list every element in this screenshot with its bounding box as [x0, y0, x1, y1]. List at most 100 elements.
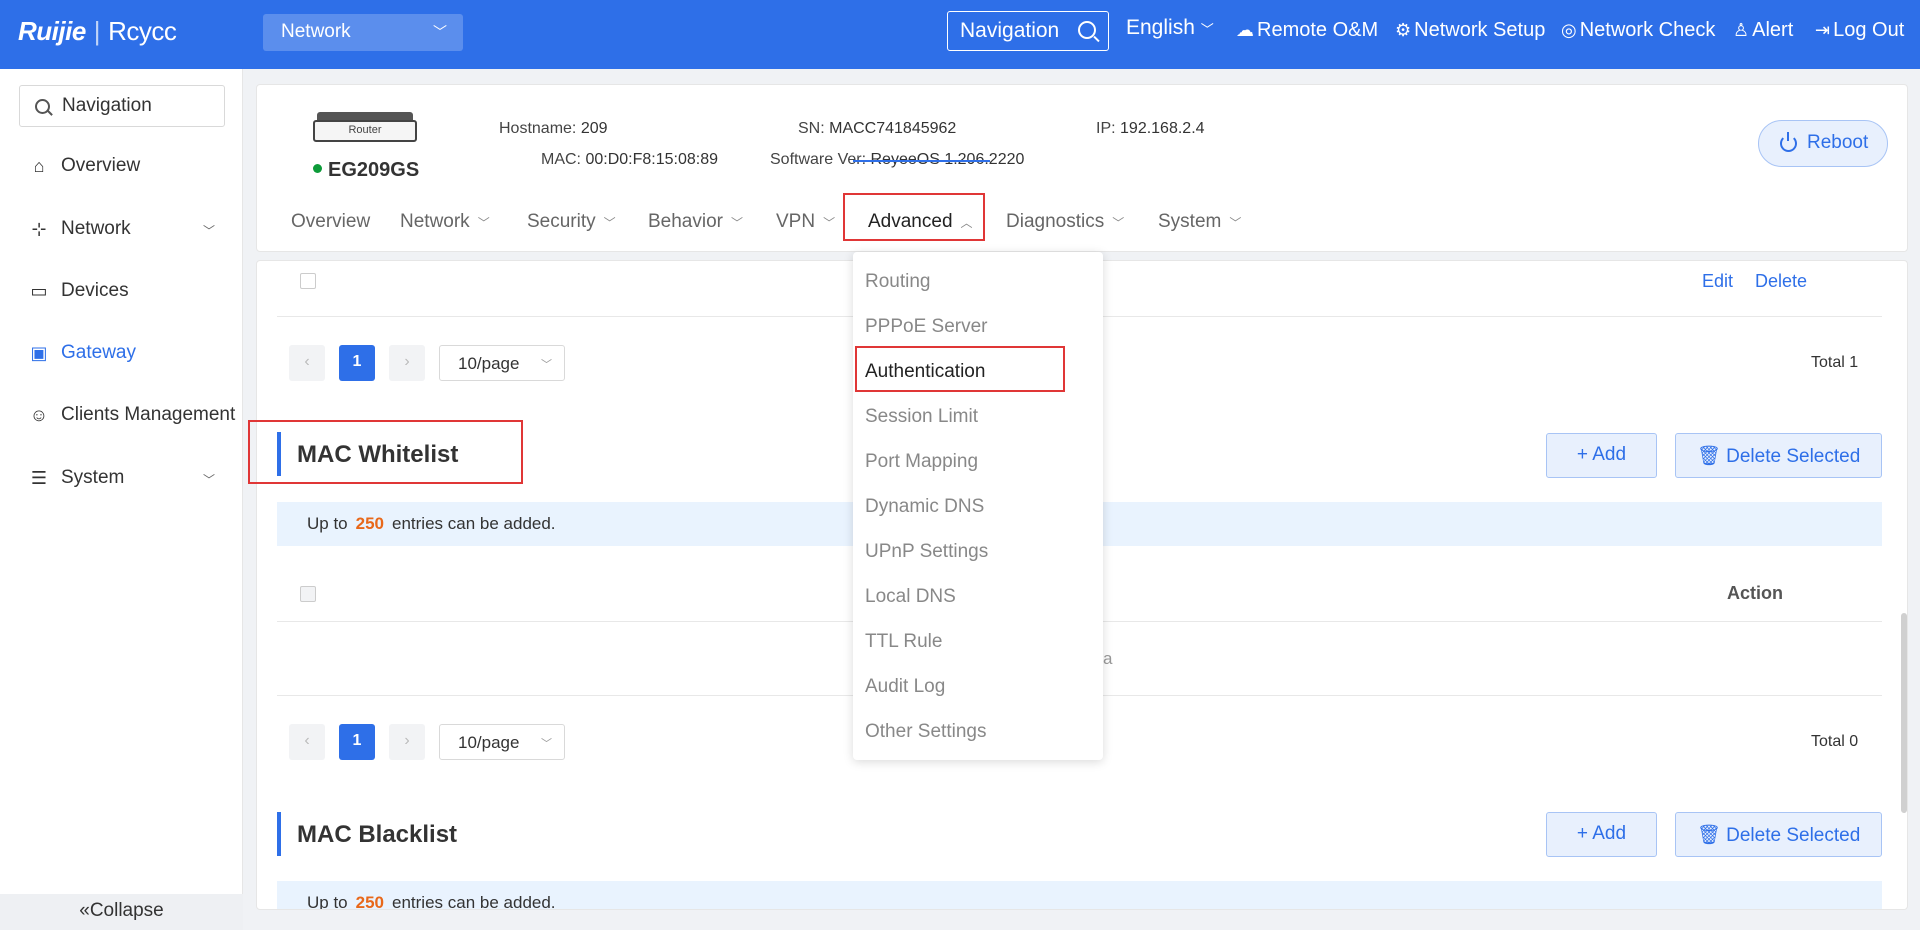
router-image: Router [313, 112, 417, 142]
device-info-card: Router EG209GS Hostname: 209 MAC: 00:D0:… [256, 84, 1908, 252]
sidebar-item-system[interactable]: ☰ System ﹀ [0, 459, 243, 499]
network-select[interactable]: Network ﹀ [263, 14, 463, 51]
chevron-down-icon: ﹀ [1112, 216, 1125, 230]
delete-selected-button[interactable]: 🗑 Delete Selected [1675, 433, 1882, 478]
menu-item-upnp-settings[interactable]: UPnP Settings [865, 541, 988, 563]
select-all-checkbox[interactable] [300, 586, 316, 602]
remote-om-link[interactable]: ☁ Remote O&M [1236, 19, 1378, 42]
chevron-down-icon: ﹀ [1229, 216, 1242, 230]
tab-behavior[interactable]: Behavior ﹀ [648, 211, 743, 233]
alert-link[interactable]: ♙ Alert [1733, 19, 1793, 42]
tab-system[interactable]: System ﹀ [1158, 211, 1241, 233]
chevron-down-icon: ﹀ [203, 473, 216, 487]
gateway-icon: ▣ [30, 343, 48, 363]
next-page-button[interactable]: › [389, 724, 425, 760]
logout-link[interactable]: ⇥ Log Out [1815, 19, 1904, 42]
sidebar: Navigation ⌂ Overview ⊹ Network ﹀ ▭ Devices … [0, 69, 243, 930]
search-icon [35, 99, 50, 114]
section-title-mac-blacklist: MAC Blacklist [277, 812, 457, 856]
alert-icon: ♙ [1733, 20, 1750, 40]
chevron-down-icon: ﹀ [433, 24, 447, 40]
tab-diagnostics[interactable]: Diagnostics ﹀ [1006, 211, 1124, 233]
online-status-dot [313, 164, 322, 173]
column-header-action: Action [1727, 583, 1783, 603]
total-count: Total 0 [1811, 733, 1859, 750]
user-icon: ☺ [29, 405, 49, 425]
no-data-text: a [1103, 649, 1113, 668]
search-icon [1078, 21, 1096, 39]
chevron-down-icon: ﹀ [541, 738, 552, 750]
power-icon [1780, 132, 1797, 152]
device-model: EG209GS [313, 159, 419, 182]
ruijie-logo: Ruijie | Rcycc [18, 16, 177, 46]
reboot-button[interactable]: Reboot [1758, 120, 1888, 167]
hostname-field: Hostname: 209 [499, 120, 608, 137]
trash-icon: 🗑 [1696, 446, 1721, 467]
highlight-authentication [855, 346, 1065, 392]
advanced-dropdown-menu: Routing PPPoE Server Authentication Sess… [853, 252, 1103, 760]
network-setup-link[interactable]: ⚙ Network Setup [1395, 19, 1545, 42]
menu-item-other-settings[interactable]: Other Settings [865, 721, 986, 743]
menu-item-pppoe-server[interactable]: PPPoE Server [865, 316, 988, 338]
devices-icon: ▭ [30, 281, 48, 301]
chevron-down-icon: ﹀ [477, 216, 490, 230]
menu-item-ttl-rule[interactable]: TTL Rule [865, 631, 942, 653]
menu-item-session-limit[interactable]: Session Limit [865, 406, 978, 428]
cloud-icon: ☁ [1236, 20, 1254, 40]
entries-notice: Up to 250 entries can be added. [277, 881, 1882, 909]
prev-page-button[interactable]: ‹ [289, 724, 325, 760]
double-chevron-left-icon: « [79, 900, 90, 921]
network-check-link[interactable]: ◎ Network Check [1561, 19, 1715, 42]
sidebar-item-clients-management[interactable]: ☺ Clients Management [0, 396, 243, 436]
highlight-advanced-tab [843, 193, 985, 241]
menu-item-port-mapping[interactable]: Port Mapping [865, 451, 978, 473]
add-button[interactable]: + Add [1546, 812, 1657, 857]
chevron-down-icon: ﹀ [603, 216, 616, 230]
collapse-button[interactable]: «Collapse [0, 894, 243, 930]
tab-network[interactable]: Network ﹀ [400, 211, 490, 233]
sn-field: SN: MACC741845962 [798, 120, 957, 137]
active-tab-indicator [853, 160, 990, 162]
sidebar-item-gateway[interactable]: ▣ Gateway [0, 334, 243, 374]
tab-security[interactable]: Security ﹀ [527, 211, 616, 233]
sidebar-item-overview[interactable]: ⌂ Overview [0, 147, 243, 187]
chevron-down-icon: ﹀ [1200, 22, 1214, 37]
home-icon: ⌂ [33, 156, 45, 176]
highlight-mac-whitelist [248, 420, 523, 484]
total-count: Total 1 [1811, 354, 1859, 371]
chevron-down-icon: ﹀ [823, 216, 836, 230]
mac-field: MAC: 00:D0:F8:15:08:89 [541, 151, 718, 168]
sidebar-item-network[interactable]: ⊹ Network ﹀ [0, 210, 243, 250]
logout-icon: ⇥ [1815, 20, 1831, 40]
vertical-scrollbar[interactable] [1901, 613, 1907, 813]
top-bar: Ruijie | Rcycc Network ﹀ Navigation English… [0, 0, 1920, 69]
delete-selected-button[interactable]: 🗑 Delete Selected [1675, 812, 1882, 857]
add-button[interactable]: + Add [1546, 433, 1657, 478]
chevron-down-icon: ﹀ [203, 224, 216, 238]
edit-link[interactable]: Edit [1702, 271, 1733, 292]
page-number-button[interactable]: 1 [339, 345, 375, 381]
row-checkbox[interactable] [300, 273, 316, 289]
delete-link[interactable]: Delete [1755, 271, 1807, 292]
ip-field: IP: 192.168.2.4 [1096, 120, 1205, 137]
tab-overview[interactable]: Overview [291, 211, 370, 233]
menu-item-dynamic-dns[interactable]: Dynamic DNS [865, 496, 984, 518]
page-size-select[interactable]: 10/page ﹀ [439, 345, 565, 381]
menu-item-routing[interactable]: Routing [865, 271, 931, 293]
sidebar-search-input[interactable]: Navigation [19, 85, 225, 127]
check-icon: ◎ [1561, 20, 1577, 40]
settings-icon: ☰ [30, 468, 48, 488]
next-page-button[interactable]: › [389, 345, 425, 381]
language-select[interactable]: English ﹀ [1126, 16, 1214, 40]
menu-item-local-dns[interactable]: Local DNS [865, 586, 956, 608]
page-size-select[interactable]: 10/page ﹀ [439, 724, 565, 760]
page-number-button[interactable]: 1 [339, 724, 375, 760]
menu-item-audit-log[interactable]: Audit Log [865, 676, 945, 698]
chevron-down-icon: ﹀ [731, 216, 744, 230]
navigation-search-button[interactable]: Navigation [947, 11, 1109, 51]
trash-icon: 🗑 [1696, 825, 1721, 846]
prev-page-button[interactable]: ‹ [289, 345, 325, 381]
sidebar-item-devices[interactable]: ▭ Devices [0, 272, 243, 312]
network-icon: ⊹ [31, 219, 47, 239]
tab-vpn[interactable]: VPN ﹀ [776, 211, 835, 233]
